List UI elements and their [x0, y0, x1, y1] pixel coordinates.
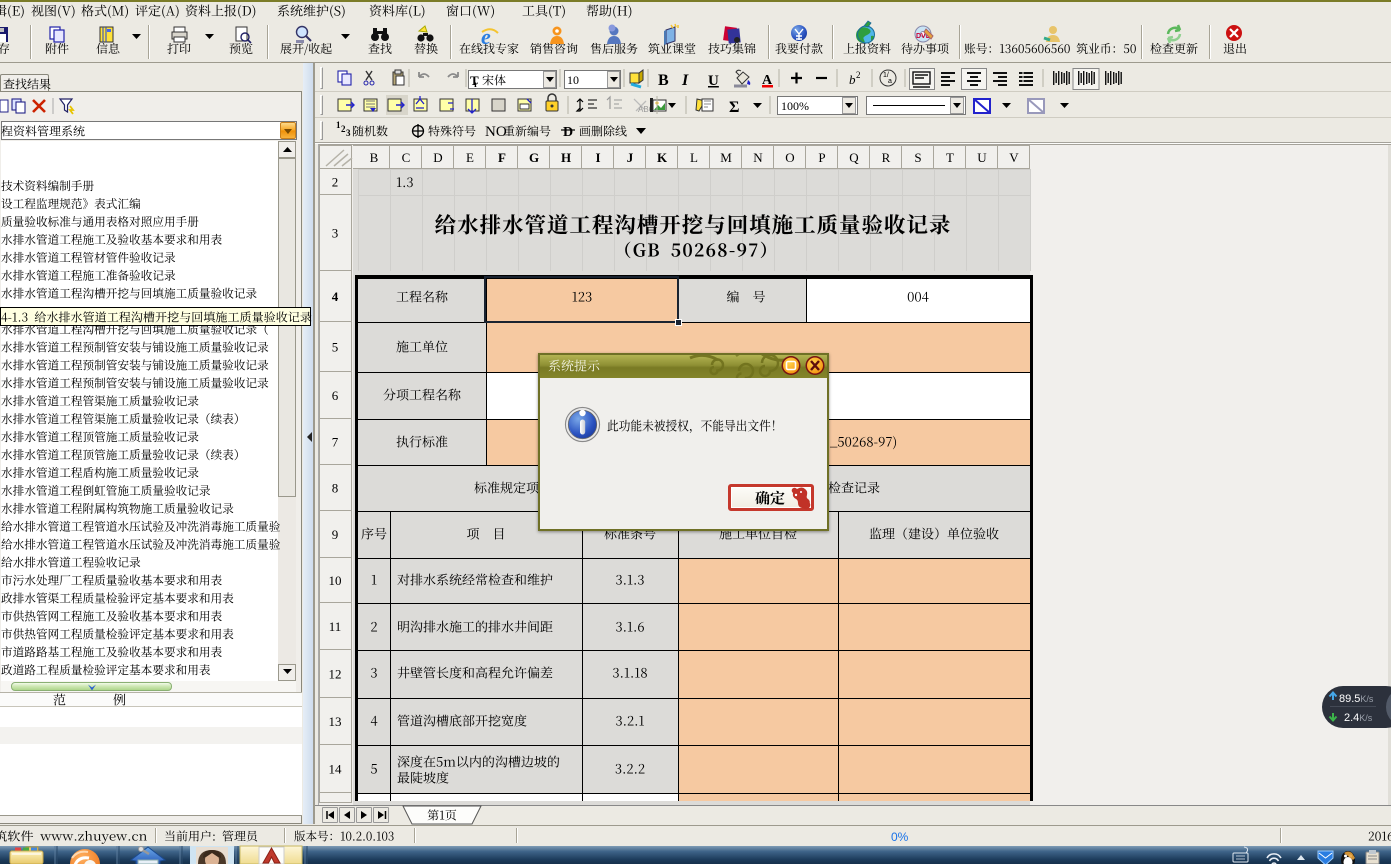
- svg-text:89.5K/s: 89.5K/s: [1339, 693, 1374, 705]
- svg-text:2.4K/s: 2.4K/s: [1344, 712, 1373, 724]
